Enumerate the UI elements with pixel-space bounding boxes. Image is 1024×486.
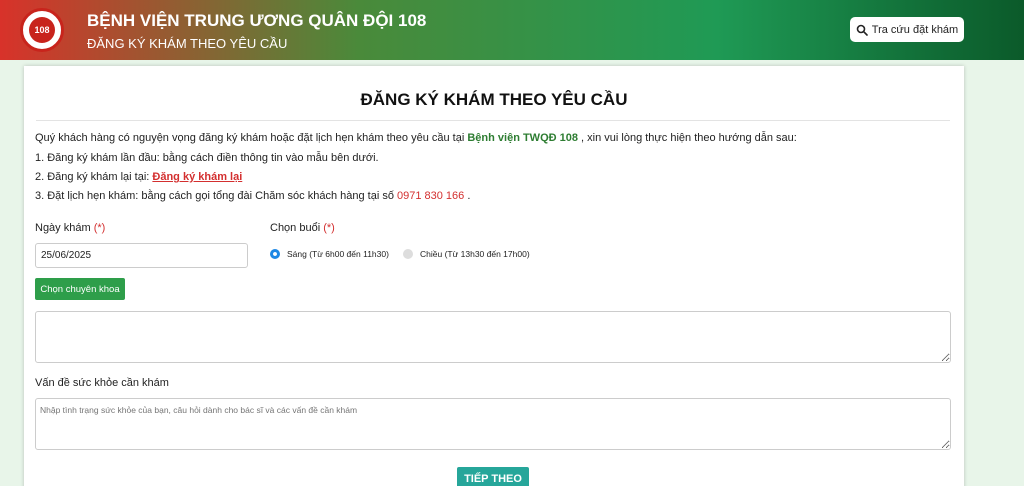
intro-text: Quý khách hàng có nguyện vọng đăng ký kh…	[35, 132, 468, 144]
hospital-highlight: Bệnh viện TWQĐ 108	[467, 132, 578, 144]
health-issue-textarea[interactable]	[35, 398, 951, 450]
intro-line-3: 2. Đăng ký khám lại tại: Đăng ký khám lạ…	[35, 171, 242, 183]
required-mark: (*)	[93, 222, 106, 234]
next-button[interactable]: TIẾP THEO	[457, 467, 529, 486]
afternoon-session-label: Chiều (Từ 13h30 đến 17h00)	[420, 249, 530, 259]
date-label-text: Ngày khám	[35, 222, 91, 234]
session-label: Chọn buổi (*)	[270, 222, 335, 234]
header-subtitle: ĐĂNG KÝ KHÁM THEO YÊU CẦU	[87, 36, 288, 51]
radio-unselected-icon	[403, 249, 413, 259]
morning-session-label: Sáng (Từ 6h00 đến 11h30)	[287, 249, 389, 259]
intro-text-end: , xin vui lòng thực hiện theo hướng dẫn …	[577, 132, 797, 144]
intro-line-2: 1. Đăng ký khám lần đầu: bằng cách điền …	[35, 152, 379, 164]
health-issue-label: Vấn đề sức khỏe cần khám	[35, 377, 169, 389]
title-divider	[36, 120, 950, 121]
lookup-appointment-label: Tra cứu đặt khám	[871, 23, 959, 36]
specialty-textarea[interactable]	[35, 311, 951, 363]
logo-emblem: 108	[20, 8, 64, 52]
morning-session-radio[interactable]: Sáng (Từ 6h00 đến 11h30)	[270, 249, 389, 259]
lookup-appointment-button[interactable]: Tra cứu đặt khám	[850, 17, 964, 42]
registration-card: ĐĂNG KÝ KHÁM THEO YÊU CẦU Quý khách hàng…	[24, 66, 964, 486]
search-icon	[856, 24, 868, 36]
radio-selected-icon	[270, 249, 280, 259]
header-bar: 108 BỆNH VIỆN TRUNG ƯƠNG QUÂN ĐỘI 108 ĐĂ…	[0, 0, 1024, 60]
reexam-link[interactable]: Đăng ký khám lại	[152, 171, 242, 183]
hospital-name: BỆNH VIỆN TRUNG ƯƠNG QUÂN ĐỘI 108	[87, 11, 427, 30]
afternoon-session-radio[interactable]: Chiều (Từ 13h30 đến 17h00)	[403, 249, 530, 259]
hotline-text-end: .	[464, 190, 471, 202]
date-label: Ngày khám (*)	[35, 222, 105, 234]
hotline-number: 0971 830 166	[397, 190, 465, 202]
choose-specialty-button[interactable]: Chọn chuyên khoa	[35, 278, 125, 300]
hotline-text: 3. Đặt lịch hẹn khám: bằng cách gọi tổng…	[35, 190, 397, 202]
required-mark: (*)	[323, 222, 335, 234]
logo-text: 108	[29, 17, 55, 43]
session-label-text: Chọn buổi	[270, 222, 321, 234]
intro-line-4: 3. Đặt lịch hẹn khám: bằng cách gọi tổng…	[35, 190, 470, 202]
hospital-logo: 108	[12, 6, 72, 54]
page-title: ĐĂNG KÝ KHÁM THEO YÊU CẦU	[360, 90, 628, 109]
exam-date-input[interactable]	[35, 243, 248, 268]
intro-line-1: Quý khách hàng có nguyện vọng đăng ký kh…	[35, 132, 797, 144]
reexam-text: 2. Đăng ký khám lại tại:	[35, 171, 153, 183]
